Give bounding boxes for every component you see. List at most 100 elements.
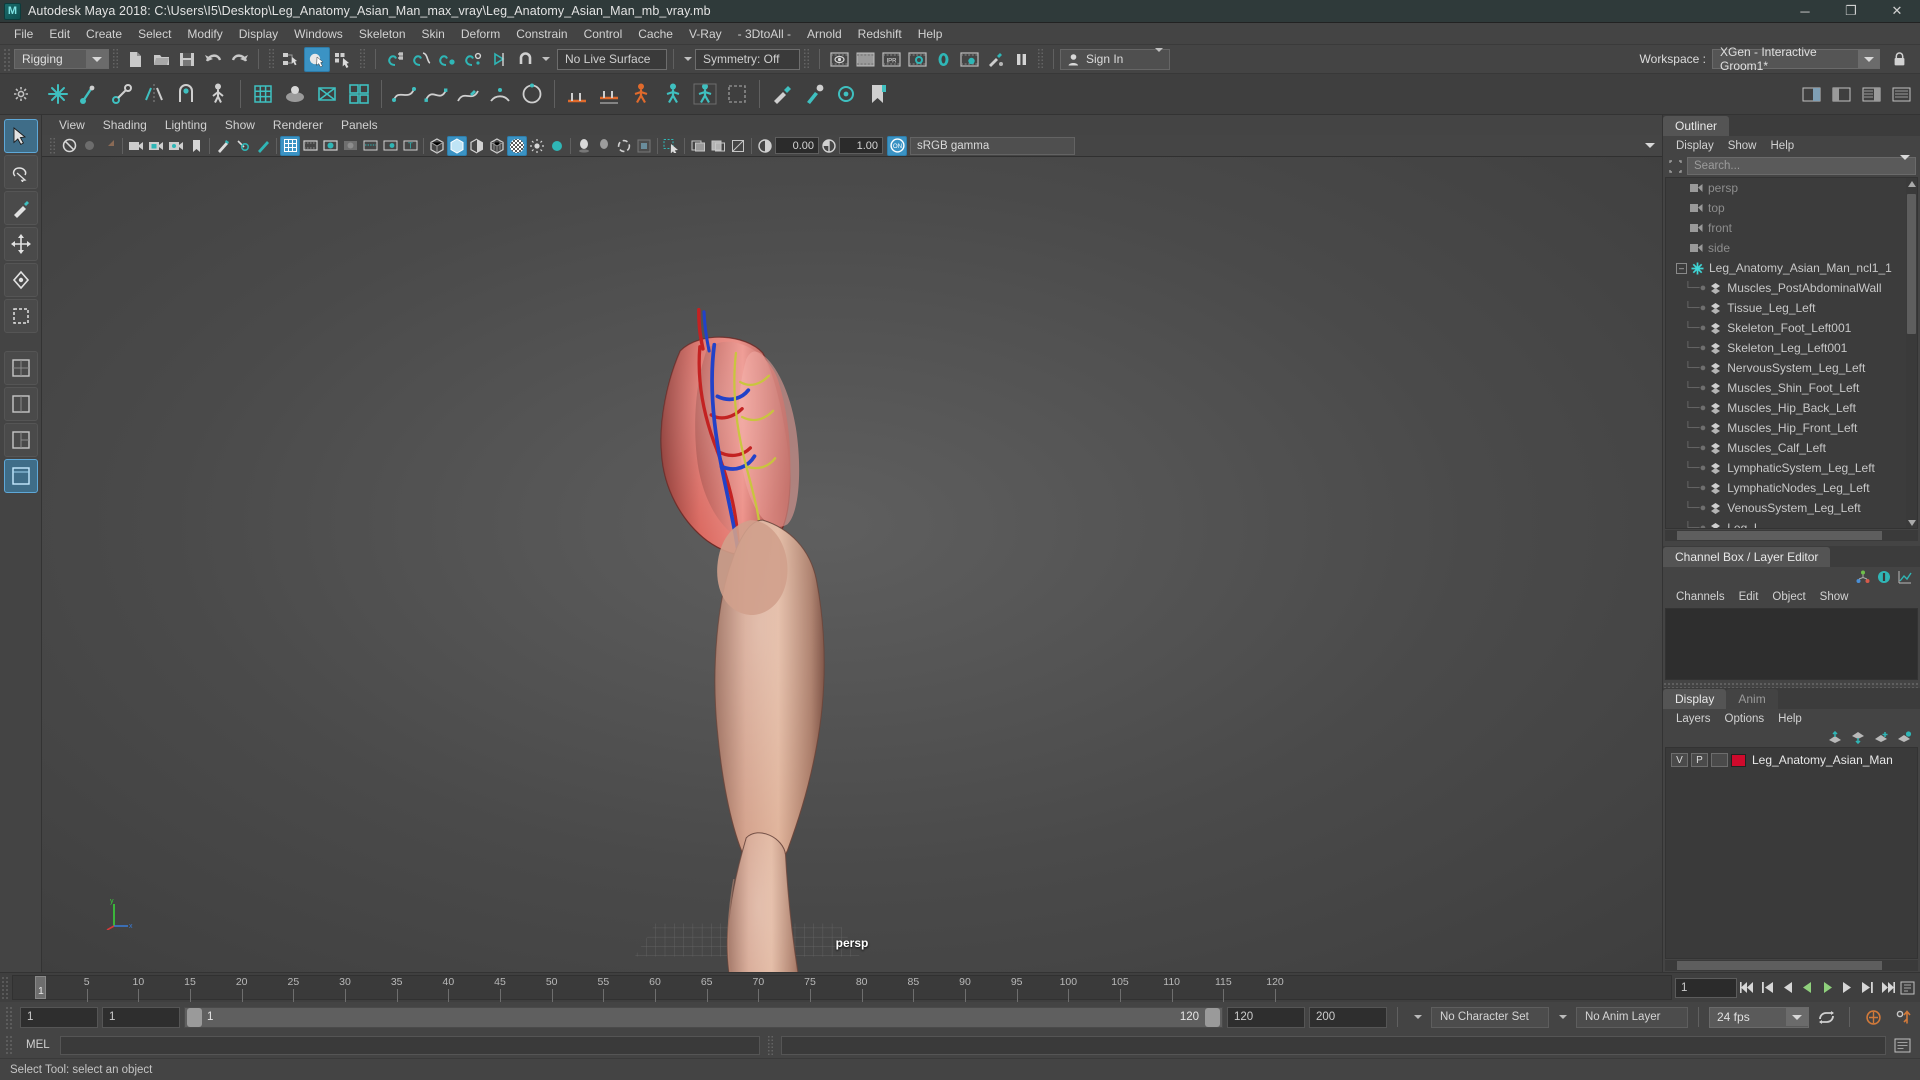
vp-menu-show[interactable]: Show [216,116,264,134]
menu-edit[interactable]: Edit [41,24,78,44]
sign-in-button[interactable]: Sign In [1060,48,1170,70]
ipr-render-button[interactable]: IPR [878,47,904,72]
motion-blur-icon[interactable] [614,136,634,156]
character-set-dropdown[interactable]: No Character Set [1431,1006,1549,1028]
step-forward-frame-button[interactable] [1838,978,1857,998]
attribute-editor-icon[interactable] [1877,570,1891,584]
viewport-bg-icon[interactable] [634,136,654,156]
fps-dropdown[interactable]: 24 fps [1709,1006,1809,1028]
undo-button[interactable] [200,47,226,72]
command-input[interactable] [59,1035,760,1055]
tool-lasso-select[interactable] [3,155,38,189]
statusline-gripper[interactable] [2,47,11,71]
layout-two-pane[interactable] [3,387,38,421]
loop-playback-button[interactable] [1813,1007,1839,1027]
toggle-attribute-editor-button[interactable] [1798,82,1824,107]
menu-deform[interactable]: Deform [453,24,508,44]
cb-menu-edit[interactable]: Edit [1732,588,1766,606]
snap-to-view-plane-button[interactable] [486,47,512,72]
hypershade-button[interactable] [930,47,956,72]
color-management-chevron[interactable] [1640,136,1660,156]
rangerow-gripper[interactable] [4,1005,13,1029]
film-gate-icon[interactable] [300,136,320,156]
outliner-item-front[interactable]: front [1666,218,1917,238]
select-component-button[interactable] [330,47,356,72]
gamma-icon[interactable] [819,136,839,156]
tool-move[interactable] [3,227,38,261]
text-overlay-icon[interactable]: T [400,136,420,156]
outliner-item-muscles-postabdominalwall[interactable]: └─● Muscles_PostAbdominalWall [1666,278,1917,298]
layout-three-pane[interactable] [3,423,38,457]
shadows-icon[interactable] [233,136,253,156]
shelf-skeleton-icon[interactable] [202,78,234,110]
wireframe-shading-icon[interactable] [427,136,447,156]
search-input[interactable]: Search... [1687,155,1916,175]
command-language-label[interactable]: MEL [20,1039,56,1051]
wireframe-on-shaded-icon[interactable] [487,136,507,156]
menu-skin[interactable]: Skin [414,24,453,44]
move-layer-up-icon[interactable] [1828,731,1843,744]
workspace-lock-icon[interactable] [1886,47,1912,72]
shelf-curve-circle-icon[interactable] [516,78,548,110]
vp-menu-lighting[interactable]: Lighting [156,116,216,134]
shelf-ik-spline-alt-icon[interactable] [593,78,625,110]
outliner-item-muscles-hip-front-left[interactable]: └─● Muscles_Hip_Front_Left [1666,418,1917,438]
maximize-button[interactable]: ❐ [1828,0,1874,23]
select-object-button[interactable] [304,46,330,72]
tab-channel-box[interactable]: Channel Box / Layer Editor [1663,547,1831,567]
xray-joints-icon[interactable] [380,136,400,156]
vp-menu-view[interactable]: View [50,116,94,134]
layer-type-toggle[interactable] [1711,753,1728,767]
chevron-down-icon[interactable] [1900,155,1910,172]
command-response-field[interactable] [780,1035,1886,1055]
menu-control[interactable]: Control [576,24,631,44]
scroll-down-arrow-icon[interactable] [1907,518,1916,527]
start-time-field[interactable]: 1 [20,1006,98,1028]
range-left-handle[interactable] [187,1007,202,1027]
outliner-item-muscles-hip-back-left[interactable]: └─● Muscles_Hip_Back_Left [1666,398,1917,418]
camera-lock-icon[interactable] [146,136,166,156]
outliner-item-lymphaticsystem-leg-left[interactable]: └─● LymphaticSystem_Leg_Left [1666,458,1917,478]
vp-menu-renderer[interactable]: Renderer [264,116,332,134]
menu-create[interactable]: Create [78,24,130,44]
magnet-snap-button[interactable] [512,47,538,72]
panel-resize-handle[interactable] [1663,682,1920,688]
outliner-item-persp[interactable]: persp [1666,178,1917,198]
camera-settings-icon[interactable] [166,136,186,156]
range-right-handle[interactable] [1205,1007,1220,1027]
menu-skeleton[interactable]: Skeleton [351,24,414,44]
outliner-item-venoussystem-leg-left[interactable]: └─● VenousSystem_Leg_Left [1666,498,1917,518]
symmetry-field[interactable]: Symmetry: Off [695,48,800,70]
shelf-empty-icon[interactable] [721,78,753,110]
default-light-icon[interactable] [547,136,567,156]
layers-list[interactable]: V P Leg_Anatomy_Asian_Man [1665,747,1918,959]
snap-to-grid-button[interactable] [382,47,408,72]
menu-vray[interactable]: V-Ray [681,24,730,44]
render-view-button[interactable] [956,47,982,72]
toggle-channel-box-button[interactable] [1858,82,1884,107]
bookmark-camera-icon[interactable] [99,136,119,156]
snap-options-chevron[interactable] [538,47,553,72]
playhead[interactable]: 1 [35,976,46,999]
outliner-menu-display[interactable]: Display [1669,137,1721,155]
open-scene-button[interactable] [148,47,174,72]
gamma-value-field[interactable]: 1.00 [839,137,883,154]
shelf-tab-options[interactable] [0,86,42,102]
select-hierarchy-button[interactable] [278,47,304,72]
end-time-field[interactable]: 200 [1309,1006,1387,1028]
animation-preferences-gear-button[interactable] [1890,1007,1916,1027]
play-backwards-button[interactable] [1798,978,1817,998]
outliner-horizontal-scrollbar[interactable] [1665,530,1918,541]
toggle-ipr-brush-button[interactable] [982,47,1008,72]
shelf-curve-pencil-icon[interactable] [452,78,484,110]
tool-rotate[interactable] [3,263,38,297]
shelf-curve-cv-icon[interactable] [420,78,452,110]
outliner-item-lymphaticnodes-leg-left[interactable]: └─● LymphaticNodes_Leg_Left [1666,478,1917,498]
outliner-item-skeleton-leg-left001[interactable]: └─● Skeleton_Leg_Left001 [1666,338,1917,358]
color-management-toggle[interactable]: ON [887,135,907,156]
workspace-dropdown[interactable]: XGen - Interactive Groom1* [1712,45,1880,73]
layout-single-pane[interactable] [3,351,38,385]
menu-set-dropdown[interactable]: Rigging [14,49,109,69]
select-camera-icon[interactable] [59,136,79,156]
shelf-ik-spline-icon[interactable] [561,78,593,110]
